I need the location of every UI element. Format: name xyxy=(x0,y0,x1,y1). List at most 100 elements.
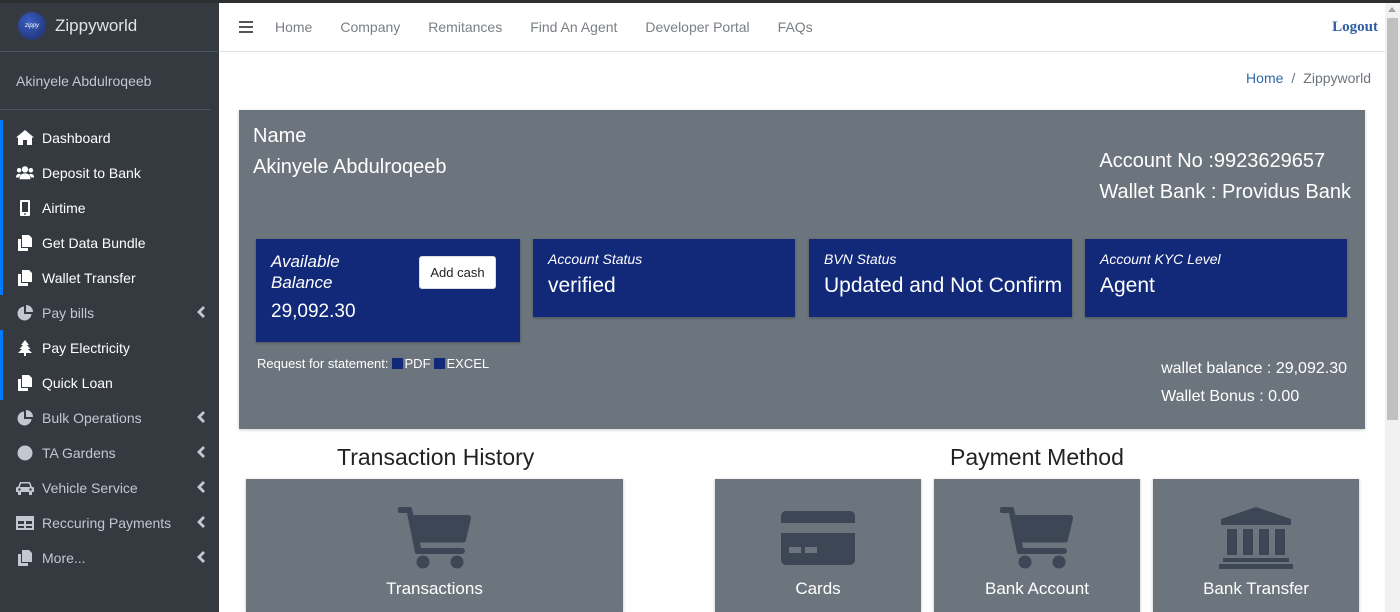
sidebar-item-more[interactable]: More... xyxy=(0,540,219,575)
tree-icon xyxy=(16,339,34,356)
statement-pdf-link[interactable]: PDF xyxy=(405,356,431,371)
name-label: Name xyxy=(253,125,307,147)
sidebar-item-label: Bulk Operations xyxy=(42,409,142,426)
bank-transfer-tile[interactable]: Bank Transfer xyxy=(1153,479,1359,612)
scrollbar[interactable] xyxy=(1385,3,1400,612)
chevron-left-icon xyxy=(197,516,205,528)
nav-link-remitances[interactable]: Remitances xyxy=(428,19,502,35)
sidebar-item-ta-gardens[interactable]: TA Gardens xyxy=(0,435,219,470)
sidebar-item-deposit-to-bank[interactable]: Deposit to Bank xyxy=(0,155,219,190)
car-icon xyxy=(16,480,34,496)
cards-tile[interactable]: Cards xyxy=(715,479,921,612)
copy-icon xyxy=(16,374,34,391)
sidebar-item-label: Pay bills xyxy=(42,304,95,321)
brand[interactable]: zippy Zippyworld xyxy=(0,0,219,52)
payment-method-title: Payment Method xyxy=(950,444,1124,470)
pie-chart-icon xyxy=(16,409,34,426)
sidebar-item-get-data-bundle[interactable]: Get Data Bundle xyxy=(0,225,219,260)
mobile-icon xyxy=(16,199,34,216)
account-summary-card: Name Akinyele Abdulroqeeb Account No :99… xyxy=(239,110,1365,429)
wallet-bank: Wallet Bank : Providus Bank xyxy=(1099,181,1351,203)
bank-account-label: Bank Account xyxy=(985,579,1089,598)
cards-label: Cards xyxy=(795,579,841,598)
circle-icon xyxy=(16,445,34,461)
statement-excel-link[interactable]: EXCEL xyxy=(447,356,490,371)
pie-chart-icon xyxy=(16,304,34,321)
table-icon xyxy=(16,515,34,531)
logout-link[interactable]: Logout xyxy=(1332,19,1378,36)
account-holder-name: Akinyele Abdulroqeeb xyxy=(253,156,447,178)
credit-card-icon xyxy=(781,511,855,565)
sidebar-item-label: Pay Electricity xyxy=(42,339,130,356)
transaction-history-title: Transaction History xyxy=(337,444,535,470)
scroll-thumb[interactable] xyxy=(1387,18,1398,420)
brand-logo: zippy xyxy=(18,11,46,40)
sidebar-item-dashboard[interactable]: Dashboard xyxy=(0,120,219,155)
nav-link-company[interactable]: Company xyxy=(340,19,400,35)
chevron-left-icon xyxy=(197,306,205,318)
sidebar-item-label: Get Data Bundle xyxy=(42,234,146,251)
scroll-up-arrow[interactable] xyxy=(1388,7,1396,12)
sidebar-item-label: Deposit to Bank xyxy=(42,164,141,181)
top-navbar: Home Company Remitances Find An Agent De… xyxy=(219,3,1385,52)
transactions-tile[interactable]: Transactions xyxy=(246,479,623,612)
transactions-label: Transactions xyxy=(386,579,483,598)
nav-link-home[interactable]: Home xyxy=(275,19,312,35)
sidebar-item-reccuring-payments[interactable]: Reccuring Payments xyxy=(0,505,219,540)
sidebar-item-label: Wallet Transfer xyxy=(42,269,136,286)
bvn-status-box: BVN Status Updated and Not Confirm xyxy=(809,239,1072,317)
breadcrumb-home[interactable]: Home xyxy=(1246,70,1283,86)
account-number: Account No :9923629657 xyxy=(1099,150,1326,172)
cart-icon xyxy=(397,507,471,569)
brand-name: Zippyworld xyxy=(55,15,138,35)
sidebar-item-quick-loan[interactable]: Quick Loan xyxy=(0,365,219,400)
sidebar-nav: Dashboard Deposit to Bank Airtime Get Da… xyxy=(0,120,219,575)
sidebar-item-label: Reccuring Payments xyxy=(42,514,172,531)
available-balance-value: 29,092.30 xyxy=(271,301,356,322)
home-icon xyxy=(16,130,34,146)
sidebar-item-label: TA Gardens xyxy=(42,444,116,461)
nav-link-faqs[interactable]: FAQs xyxy=(778,19,813,35)
sidebar-item-airtime[interactable]: Airtime xyxy=(0,190,219,225)
bvn-status-value: Updated and Not Confirm xyxy=(824,274,1063,297)
bank-account-tile[interactable]: Bank Account xyxy=(934,479,1140,612)
copy-icon xyxy=(16,234,34,251)
wallet-summary: wallet balance : 29,092.30 Wallet Bonus … xyxy=(1161,355,1347,411)
kyc-level-value: Agent xyxy=(1100,274,1155,297)
nav-link-find-an-agent[interactable]: Find An Agent xyxy=(530,19,617,35)
wallet-bonus: Wallet Bonus : 0.00 xyxy=(1161,388,1300,405)
pdf-icon[interactable] xyxy=(391,358,403,369)
kyc-level-box: Account KYC Level Agent xyxy=(1085,239,1347,317)
account-status-label: Account Status xyxy=(548,251,643,267)
breadcrumb: Home / Zippyworld xyxy=(1246,70,1371,86)
account-status-box: Account Status verified xyxy=(533,239,795,317)
sidebar-item-bulk-operations[interactable]: Bulk Operations xyxy=(0,400,219,435)
sidebar-item-wallet-transfer[interactable]: Wallet Transfer xyxy=(0,260,219,295)
add-cash-button[interactable]: Add cash xyxy=(419,256,496,289)
bank-icon xyxy=(1219,507,1293,569)
kyc-level-label: Account KYC Level xyxy=(1100,251,1221,267)
sidebar-item-pay-electricity[interactable]: Pay Electricity xyxy=(0,330,219,365)
user-name[interactable]: Akinyele Abdulroqeeb xyxy=(0,52,211,110)
statement-label: Request for statement: xyxy=(257,356,389,371)
nav-link-developer-portal[interactable]: Developer Portal xyxy=(645,19,749,35)
top-border xyxy=(0,0,1400,3)
available-balance-box: Available Balance 29,092.30 Add cash xyxy=(256,239,520,342)
bank-transfer-label: Bank Transfer xyxy=(1203,579,1309,598)
menu-toggle-icon[interactable] xyxy=(239,20,253,34)
users-icon xyxy=(16,165,34,181)
chevron-left-icon xyxy=(197,411,205,423)
chevron-left-icon xyxy=(197,551,205,563)
copy-icon xyxy=(16,269,34,286)
available-balance-label: Available Balance xyxy=(271,252,340,292)
bvn-status-label: BVN Status xyxy=(824,251,897,267)
chevron-left-icon xyxy=(197,481,205,493)
chevron-left-icon xyxy=(197,446,205,458)
breadcrumb-separator: / xyxy=(1291,70,1296,86)
copy-icon xyxy=(16,549,34,566)
sidebar-item-vehicle-service[interactable]: Vehicle Service xyxy=(0,470,219,505)
sidebar-item-pay-bills[interactable]: Pay bills xyxy=(0,295,219,330)
sidebar-item-label: Vehicle Service xyxy=(42,479,138,496)
sidebar-item-label: Airtime xyxy=(42,199,86,216)
excel-icon[interactable] xyxy=(433,358,445,369)
